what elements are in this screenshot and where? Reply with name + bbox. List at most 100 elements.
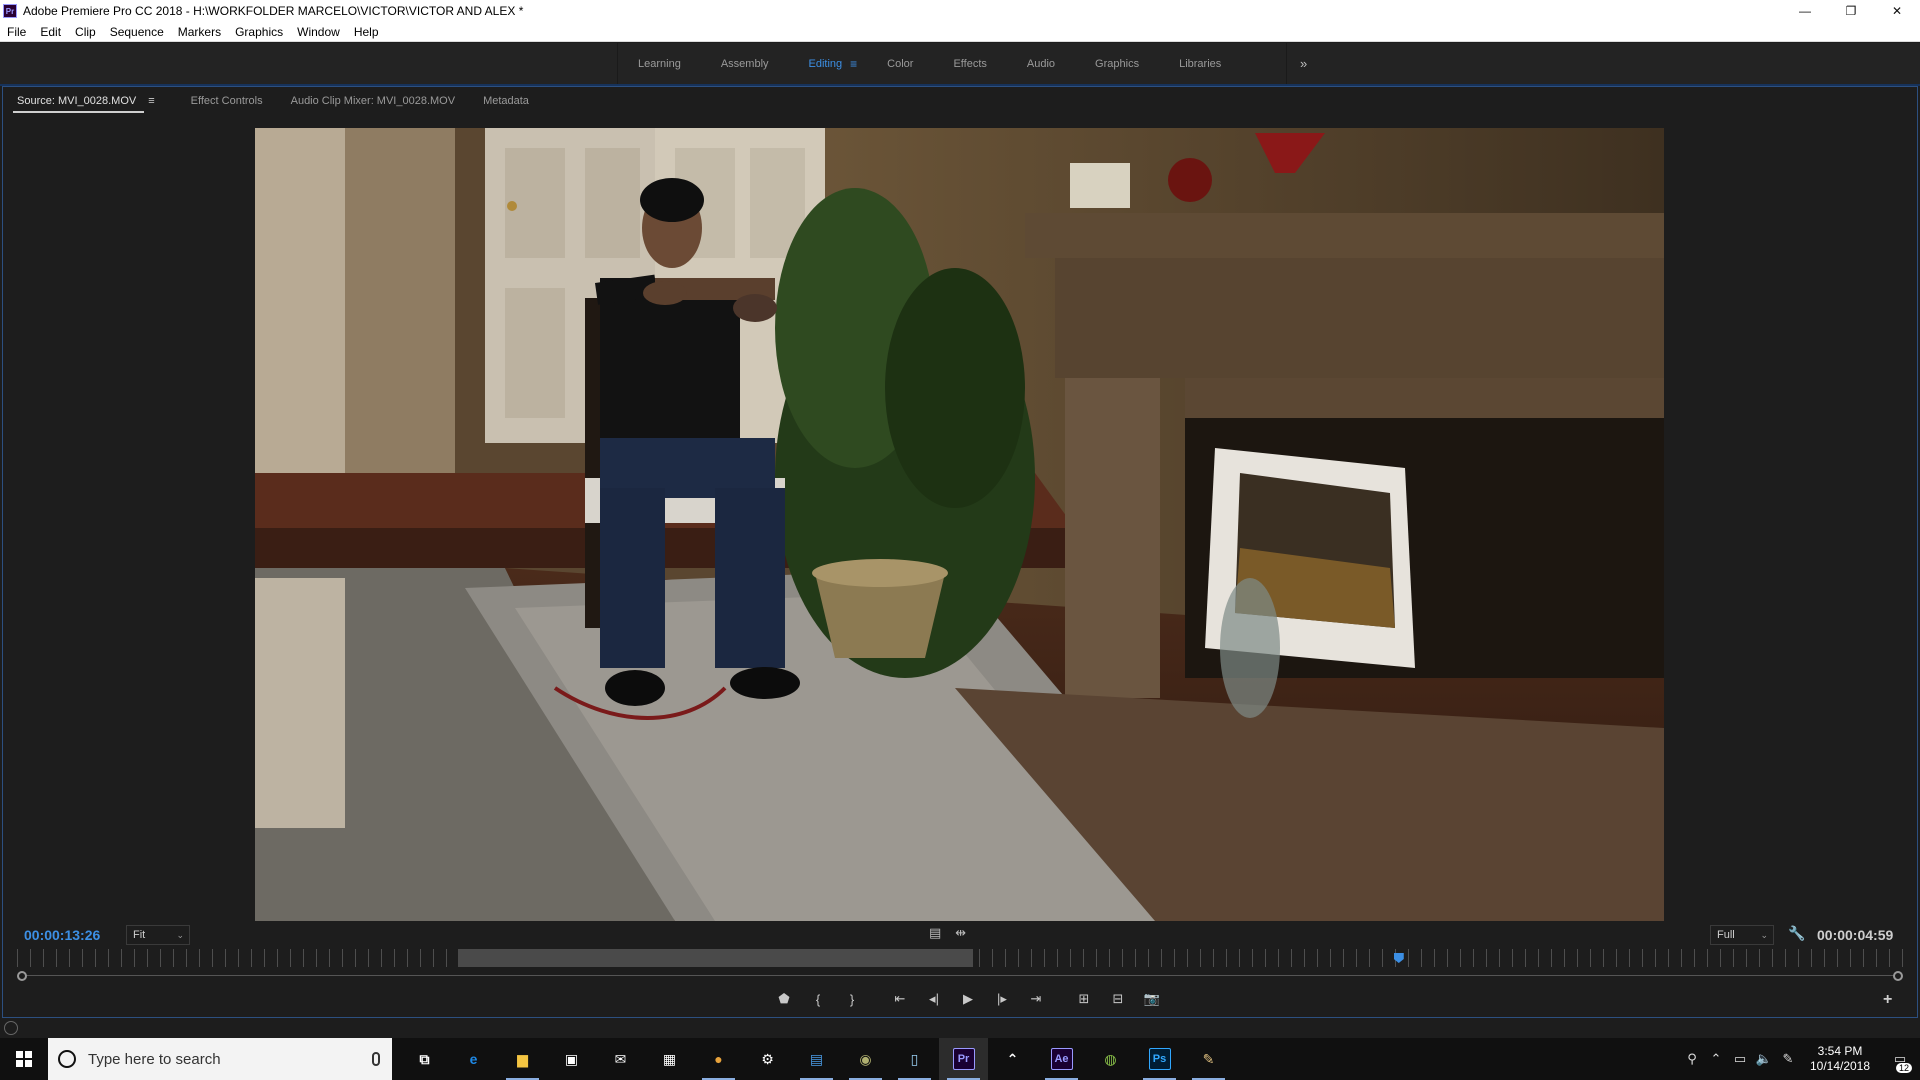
taskbar-paint-app[interactable]: ✎	[1184, 1038, 1233, 1080]
playhead-timecode[interactable]: 00:00:13:26	[24, 927, 100, 943]
drag-audio-only-icon[interactable]: ⇹	[955, 925, 966, 941]
workspace-tab-learning[interactable]: Learning	[618, 43, 701, 85]
mail-icon: ✉	[614, 1050, 627, 1067]
zoom-scrollbar-left-handle[interactable]	[17, 971, 27, 981]
chrome-icon: ●	[714, 1051, 723, 1067]
cortana-icon	[58, 1050, 76, 1068]
menu-bar: File Edit Clip Sequence Markers Graphics…	[0, 22, 1920, 42]
camera-app-icon: ◉	[859, 1050, 872, 1067]
title-bar: Pr Adobe Premiere Pro CC 2018 - H:\WORKF…	[0, 0, 1920, 22]
menu-clip[interactable]: Clip	[68, 22, 103, 42]
insert-button[interactable]: ⊞	[1067, 987, 1101, 1011]
taskbar-after-effects[interactable]: Ae	[1037, 1038, 1086, 1080]
taskbar-app-icons: ⧉ e ▆ ▣ ✉ ▦ ● ⚙ ▤ ◉ ▯ Pr ⌃ Ae ◍ Ps ✎	[400, 1038, 1233, 1080]
step-back-button[interactable]: ◂|	[917, 987, 951, 1011]
mark-out-button[interactable]: }	[835, 987, 869, 1011]
taskbar-premiere[interactable]: Pr	[939, 1038, 988, 1080]
people-icon[interactable]: ⚲	[1680, 1051, 1704, 1067]
zoom-scrollbar[interactable]	[17, 971, 1903, 981]
start-button[interactable]	[0, 1038, 48, 1080]
premiere-icon: Pr	[952, 1048, 975, 1070]
play-button[interactable]: ▶	[951, 987, 985, 1011]
taskbar-task-view[interactable]: ⧉	[400, 1038, 449, 1080]
taskbar-outlook[interactable]: ▤	[792, 1038, 841, 1080]
workspaces-bar: Learning Assembly Editing ≡ Color Effect…	[0, 43, 1920, 85]
show-hidden-icons-icon[interactable]: ⌃	[1704, 1051, 1728, 1067]
taskbar-notepad[interactable]: ▯	[890, 1038, 939, 1080]
zoom-level-value: Fit	[133, 929, 146, 941]
duration-timecode: 00:00:04:59	[1817, 927, 1894, 943]
step-forward-button[interactable]: |▸	[985, 987, 1019, 1011]
menu-file[interactable]: File	[0, 22, 33, 42]
taskbar-chrome[interactable]: ●	[694, 1038, 743, 1080]
zoom-scrollbar-right-handle[interactable]	[1893, 971, 1903, 981]
taskbar-calculator[interactable]: ▦	[645, 1038, 694, 1080]
go-to-out-button[interactable]: ⇥	[1019, 987, 1053, 1011]
file-explorer-icon: ▆	[517, 1050, 528, 1067]
drag-video-only-icon[interactable]: ▤	[929, 925, 941, 941]
menu-sequence[interactable]: Sequence	[103, 22, 171, 42]
menu-graphics[interactable]: Graphics	[228, 22, 290, 42]
microphone-icon[interactable]	[372, 1052, 380, 1066]
volume-icon[interactable]: 🔈	[1752, 1051, 1776, 1067]
network-icon[interactable]: ▭	[1728, 1051, 1752, 1067]
taskbar-file-explorer[interactable]: ▆	[498, 1038, 547, 1080]
go-to-in-button[interactable]: ⇤	[883, 987, 917, 1011]
edge-icon: e	[469, 1051, 478, 1067]
playback-resolution-select[interactable]: Full ⌄	[1710, 925, 1774, 945]
taskbar-mail[interactable]: ✉	[596, 1038, 645, 1080]
taskbar-store[interactable]: ▣	[547, 1038, 596, 1080]
panel-tab-strip: Source: MVI_0028.MOV ≡ Effect Controls A…	[3, 87, 1917, 115]
video-frame[interactable]	[255, 128, 1664, 921]
menu-window[interactable]: Window	[290, 22, 347, 42]
menu-edit[interactable]: Edit	[33, 22, 68, 42]
tab-effect-controls[interactable]: Effect Controls	[177, 87, 277, 115]
menu-help[interactable]: Help	[347, 22, 386, 42]
taskbar-green-app[interactable]: ◍	[1086, 1038, 1135, 1080]
panel-menu-icon[interactable]: ≡	[148, 95, 154, 107]
clock-date: 10/14/2018	[1809, 1059, 1871, 1073]
time-ruler[interactable]	[17, 949, 1903, 967]
pen-workspace-icon[interactable]: ✎	[1776, 1051, 1800, 1067]
workspace-tab-graphics[interactable]: Graphics	[1075, 43, 1159, 85]
workspace-tab-color[interactable]: Color	[867, 43, 933, 85]
source-monitor-panel: Source: MVI_0028.MOV ≡ Effect Controls A…	[2, 86, 1918, 1018]
tab-audio-clip-mixer[interactable]: Audio Clip Mixer: MVI_0028.MOV	[277, 87, 469, 115]
minimize-button[interactable]: —	[1782, 0, 1828, 22]
action-center-button[interactable]: ▭ 12	[1880, 1051, 1920, 1073]
clock[interactable]: 3:54 PM 10/14/2018	[1800, 1044, 1880, 1074]
taskbar-photoshop[interactable]: Ps	[1135, 1038, 1184, 1080]
mark-in-button[interactable]: {	[801, 987, 835, 1011]
tab-source[interactable]: Source: MVI_0028.MOV	[3, 87, 145, 115]
system-tray: ⚲ ⌃ ▭ 🔈 ✎ 3:54 PM 10/14/2018 ▭ 12	[1680, 1038, 1920, 1080]
taskbar-arrow-app[interactable]: ⌃	[988, 1038, 1037, 1080]
in-out-range[interactable]	[458, 949, 974, 967]
chevron-down-icon: ⌄	[176, 930, 184, 940]
close-button[interactable]: ✕	[1874, 0, 1920, 22]
button-editor-plus-icon[interactable]: +	[1883, 991, 1892, 1009]
taskbar-edge[interactable]: e	[449, 1038, 498, 1080]
menu-markers[interactable]: Markers	[171, 22, 228, 42]
workspace-tab-audio[interactable]: Audio	[1007, 43, 1075, 85]
taskbar-settings[interactable]: ⚙	[743, 1038, 792, 1080]
zoom-level-select[interactable]: Fit ⌄	[126, 925, 190, 945]
calculator-icon: ▦	[662, 1050, 677, 1067]
overwrite-button[interactable]: ⊟	[1101, 987, 1135, 1011]
taskbar-camera-app[interactable]: ◉	[841, 1038, 890, 1080]
workspace-tab-libraries[interactable]: Libraries	[1159, 43, 1241, 85]
workspace-menu-icon[interactable]: ≡	[850, 57, 857, 71]
workspace-tab-editing[interactable]: Editing	[789, 43, 851, 85]
restore-button[interactable]: ❐	[1828, 0, 1874, 22]
workspace-overflow-icon[interactable]: »	[1300, 43, 1307, 85]
after-effects-icon: Ae	[1050, 1048, 1073, 1070]
export-frame-camera-icon[interactable]: 📷	[1135, 987, 1169, 1011]
workspace-tab-effects[interactable]: Effects	[933, 43, 1006, 85]
arrow-app-icon: ⌃	[1006, 1050, 1019, 1067]
tab-metadata[interactable]: Metadata	[469, 87, 543, 115]
wrench-settings-icon[interactable]: 🔧	[1788, 925, 1805, 942]
taskbar-search-box[interactable]: Type here to search	[48, 1038, 392, 1080]
add-marker-button[interactable]: ⬟	[767, 987, 801, 1011]
status-indicator-icon[interactable]	[4, 1021, 18, 1035]
workspace-tab-assembly[interactable]: Assembly	[701, 43, 789, 85]
store-icon: ▣	[564, 1050, 579, 1067]
